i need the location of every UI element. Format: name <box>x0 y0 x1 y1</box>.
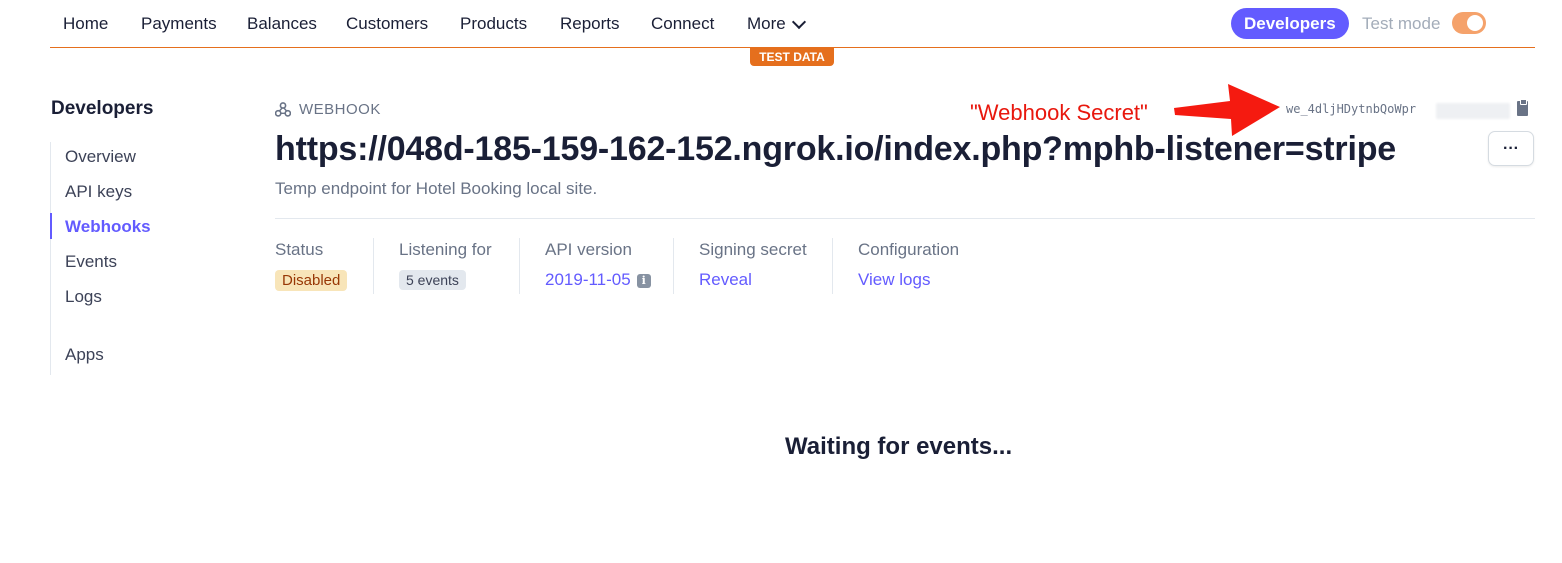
webhook-id: we_4dljHDytnbQoWpr <box>1286 102 1417 116</box>
nav-connect[interactable]: Connect <box>651 14 714 34</box>
webhook-icon <box>275 102 291 117</box>
test-mode-toggle[interactable] <box>1452 12 1486 34</box>
sidebar-item-overview[interactable]: Overview <box>65 147 136 167</box>
more-actions-button[interactable]: ··· <box>1488 131 1534 166</box>
configuration-label: Configuration <box>858 240 960 259</box>
webhook-description: Temp endpoint for Hotel Booking local si… <box>275 179 598 198</box>
events-count-badge[interactable]: 5 events <box>399 270 466 290</box>
column-divider <box>673 238 674 294</box>
api-version-label: API version <box>545 240 632 259</box>
annotation-text: "Webhook Secret" <box>970 100 1148 125</box>
sidebar-item-webhooks[interactable]: Webhooks <box>65 217 151 237</box>
column-divider <box>373 238 374 294</box>
listening-column: Listening for 5 events <box>399 240 492 290</box>
nav-more[interactable]: More <box>747 14 806 34</box>
column-divider <box>519 238 520 294</box>
sidebar-item-api-keys[interactable]: API keys <box>65 182 132 202</box>
status-badge: Disabled <box>275 270 348 291</box>
nav-products[interactable]: Products <box>460 14 527 34</box>
test-mode-label: Test mode <box>1362 14 1441 33</box>
view-logs-link[interactable]: View logs <box>858 270 930 289</box>
sidebar-item-events[interactable]: Events <box>65 252 117 272</box>
configuration-column: Configuration View logs <box>858 240 959 290</box>
api-version-column: API version 2019-11-05 i <box>545 240 651 290</box>
signing-secret-column: Signing secret Reveal <box>699 240 807 290</box>
webhook-label-text: WEBHOOK <box>299 101 381 118</box>
status-column: Status Disabled <box>275 240 348 291</box>
status-label: Status <box>275 240 324 259</box>
toggle-knob <box>1467 15 1483 31</box>
sidebar-divider <box>50 142 51 375</box>
chevron-down-icon <box>791 14 806 29</box>
info-icon[interactable]: i <box>636 274 651 288</box>
sidebar-title: Developers <box>51 98 154 119</box>
nav-home[interactable]: Home <box>63 14 108 34</box>
copy-clipboard-icon[interactable] <box>1517 99 1528 116</box>
column-divider <box>832 238 833 294</box>
nav-balances[interactable]: Balances <box>247 14 317 34</box>
header-divider <box>275 218 1535 219</box>
reveal-secret-link[interactable]: Reveal <box>699 270 752 289</box>
webhook-id-redaction <box>1436 103 1510 119</box>
nav-reports[interactable]: Reports <box>560 14 620 34</box>
test-data-badge: TEST DATA <box>750 48 834 66</box>
webhook-label: WEBHOOK <box>275 101 381 118</box>
sidebar-item-apps[interactable]: Apps <box>65 345 104 365</box>
nav-payments[interactable]: Payments <box>141 14 217 34</box>
signing-secret-label: Signing secret <box>699 240 807 259</box>
waiting-for-events-text: Waiting for events... <box>785 433 1013 460</box>
annotation-arrow-icon <box>1174 84 1280 136</box>
listening-label: Listening for <box>399 240 492 259</box>
developers-button[interactable]: Developers <box>1231 8 1349 39</box>
sidebar-active-indicator <box>50 213 52 239</box>
nav-customers[interactable]: Customers <box>346 14 428 34</box>
nav-more-label: More <box>747 14 786 33</box>
sidebar-item-logs[interactable]: Logs <box>65 287 102 307</box>
api-version-link[interactable]: 2019-11-05 <box>545 270 631 289</box>
